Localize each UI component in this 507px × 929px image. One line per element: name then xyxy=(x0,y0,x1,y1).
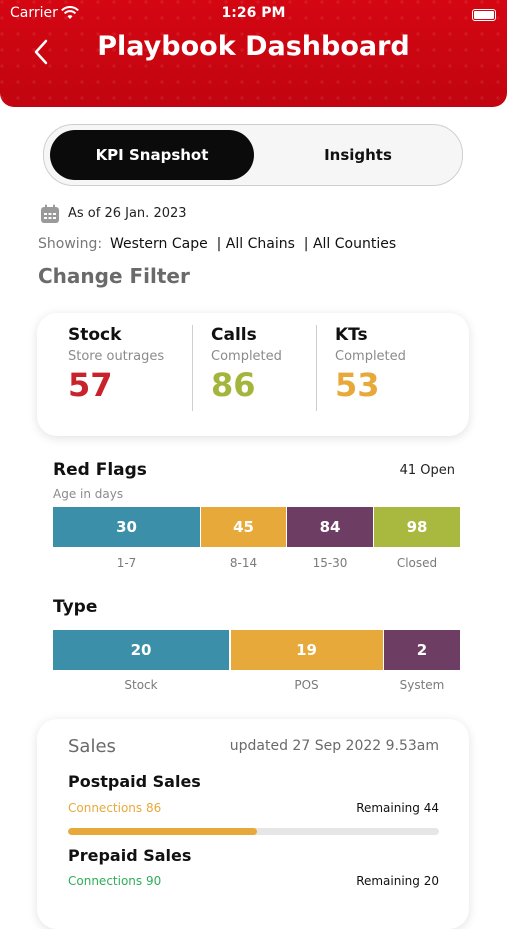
kpi-kts: KTs Completed 53 xyxy=(335,325,406,404)
postpaid-title: Postpaid Sales xyxy=(68,772,201,791)
kpi-value: 57 xyxy=(68,366,113,404)
bar-segment-label: POS xyxy=(294,678,319,692)
bar-segment: 20 xyxy=(53,630,229,670)
type-bar: 20 19 2 xyxy=(53,630,460,670)
kpi-subtitle: Store outrages xyxy=(68,349,165,364)
page-title: Playbook Dashboard xyxy=(97,31,410,62)
showing-label: Showing: xyxy=(38,236,103,252)
red-flags-open-count: 41 Open xyxy=(399,463,455,478)
bar-segment: 45 xyxy=(201,507,286,547)
kpi-calls: Calls Completed 86 xyxy=(211,325,282,404)
change-filter-link[interactable]: Change Filter xyxy=(38,264,190,288)
prepaid-connections: Connections 90 xyxy=(68,874,162,888)
postpaid-progress xyxy=(68,828,439,835)
bar-segment: 30 xyxy=(53,507,200,547)
kpi-title: KTs xyxy=(335,325,368,345)
sales-card: Sales updated 27 Sep 2022 9.53am Postpai… xyxy=(37,719,469,929)
app-header: Carrier 1:26 PM Playbook Dashboard xyxy=(0,0,507,107)
bar-segment-label: System xyxy=(399,678,445,692)
tab-kpi-snapshot[interactable]: KPI Snapshot xyxy=(50,130,254,180)
prepaid-title: Prepaid Sales xyxy=(68,846,192,865)
sales-title: Sales xyxy=(68,736,116,757)
bar-segment-label: 8-14 xyxy=(229,556,258,570)
calendar-icon xyxy=(40,204,60,228)
kpi-title: Stock xyxy=(68,325,122,345)
battery-icon xyxy=(472,9,496,21)
as-of-date: As of 26 Jan. 2023 xyxy=(68,206,187,221)
tab-insights[interactable]: Insights xyxy=(256,130,460,180)
postpaid-connections: Connections 86 xyxy=(68,801,162,815)
kpi-value: 53 xyxy=(335,366,380,404)
red-flags-bar: 30 45 84 98 xyxy=(53,507,461,547)
kpi-title: Calls xyxy=(211,325,257,345)
bar-segment: 19 xyxy=(230,630,383,670)
postpaid-remaining: Remaining 44 xyxy=(356,801,439,815)
kpi-card: Stock Store outrages 57 Calls Completed … xyxy=(37,313,469,436)
kpi-subtitle: Completed xyxy=(335,349,406,364)
view-toggle: KPI Snapshot Insights xyxy=(43,124,463,186)
kpi-divider xyxy=(316,325,317,411)
bar-segment-label: Closed xyxy=(396,556,438,570)
kpi-subtitle: Completed xyxy=(211,349,282,364)
prepaid-remaining: Remaining 20 xyxy=(356,874,439,888)
bar-segment: 98 xyxy=(374,507,460,547)
status-bar: Carrier 1:26 PM xyxy=(0,0,507,28)
kpi-value: 86 xyxy=(211,366,256,404)
postpaid-progress-fill xyxy=(68,828,258,835)
status-time: 1:26 PM xyxy=(221,5,286,21)
type-title: Type xyxy=(53,597,98,617)
red-flags-subtitle: Age in days xyxy=(53,487,124,501)
bar-segment-label: 1-7 xyxy=(116,556,137,570)
sales-updated: updated 27 Sep 2022 9.53am xyxy=(229,738,439,754)
bar-segment-label: 15-30 xyxy=(312,556,348,570)
kpi-stock: Stock Store outrages 57 xyxy=(68,325,164,404)
bar-segment-label: Stock xyxy=(124,678,158,692)
bar-segment: 2 xyxy=(384,630,460,670)
kpi-divider xyxy=(192,325,193,411)
bar-segment: 84 xyxy=(287,507,373,547)
red-flags-title: Red Flags xyxy=(53,460,147,480)
filter-summary: Western Cape | All Chains | All Counties xyxy=(110,236,397,252)
